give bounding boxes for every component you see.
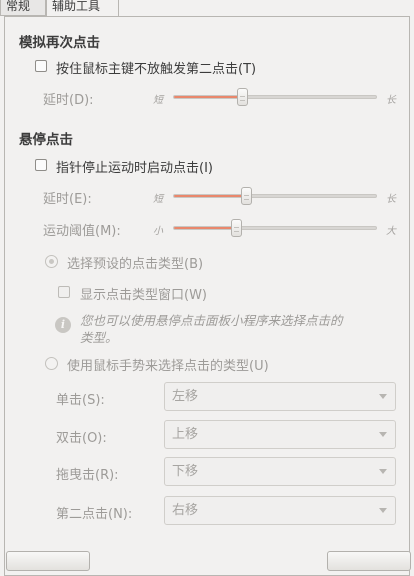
single-click-combo[interactable]: 左移 [164, 382, 396, 411]
tab-bar: 常规 辅助工具 [0, 0, 414, 16]
motion-threshold-max-label: 大 [386, 226, 396, 237]
dropdown-arrow-icon [379, 469, 387, 474]
slider-thumb[interactable] [240, 187, 252, 205]
slider-thumb[interactable] [236, 88, 248, 106]
drag-click-combo[interactable]: 下移 [164, 457, 396, 486]
predefined-click-type-radio[interactable] [45, 255, 58, 268]
double-click-label: 双击(O): [56, 431, 107, 446]
dropdown-arrow-icon [379, 432, 387, 437]
drag-click-label: 拖曳击(R): [56, 468, 119, 483]
secondary-delay-max-label: 长 [386, 95, 396, 106]
slider-track[interactable] [173, 194, 377, 198]
motion-threshold-min-label: 小 [153, 226, 163, 237]
hover-click-checkbox-label[interactable]: 指针停止运动时启动点击(I) [56, 157, 213, 176]
secondary-click-checkbox[interactable] [35, 60, 47, 72]
predefined-click-type-label[interactable]: 选择预设的点击类型(B) [67, 253, 203, 272]
slider-fill [174, 195, 248, 197]
secondary-click-combo[interactable]: 右移 [164, 496, 396, 525]
info-text-line-1: 您也可以使用悬停点击面板小程序来选择点击的 [80, 313, 343, 328]
dropdown-arrow-icon [379, 508, 387, 513]
combo-value: 上移 [172, 427, 199, 442]
tab-general[interactable]: 常规 [0, 0, 46, 16]
show-click-type-window-checkbox[interactable] [58, 286, 70, 298]
dropdown-arrow-icon [379, 394, 387, 399]
double-click-combo[interactable]: 上移 [164, 420, 396, 449]
combo-value: 下移 [172, 464, 199, 479]
hover-delay-min-label: 短 [153, 194, 163, 205]
secondary-delay-min-label: 短 [153, 95, 163, 106]
close-button[interactable] [327, 551, 411, 571]
info-icon: i [55, 317, 71, 333]
combo-value: 右移 [172, 503, 199, 518]
gesture-click-type-label[interactable]: 使用鼠标手势来选择点击的类型(U) [67, 355, 269, 374]
motion-threshold-label: 运动阈值(M): [43, 224, 121, 239]
section-heading-secondary-click: 模拟再次点击 [19, 35, 100, 51]
help-button[interactable] [6, 551, 90, 571]
single-click-label: 单击(S): [56, 393, 105, 408]
slider-track[interactable] [173, 95, 377, 99]
slider-fill [174, 227, 238, 229]
hover-delay-label: 延时(E): [43, 192, 92, 207]
secondary-delay-label: 延时(D): [43, 93, 94, 108]
radio-selected-dot [49, 259, 54, 264]
hover-delay-max-label: 长 [386, 194, 396, 205]
show-click-type-window-label[interactable]: 显示点击类型窗口(W) [80, 284, 207, 303]
secondary-click-label: 第二点击(N): [56, 507, 133, 522]
info-text-line-2: 类型。 [80, 330, 118, 345]
slider-fill [174, 96, 244, 98]
section-heading-hover-click: 悬停点击 [19, 132, 73, 148]
gesture-click-type-radio[interactable] [45, 357, 58, 370]
secondary-click-checkbox-label[interactable]: 按住鼠标主键不放触发第二点击(T) [56, 58, 256, 77]
slider-thumb[interactable] [230, 219, 242, 237]
slider-track[interactable] [173, 226, 377, 230]
combo-value: 左移 [172, 389, 199, 404]
tab-accessibility[interactable]: 辅助工具 [46, 0, 119, 16]
hover-click-checkbox[interactable] [35, 159, 47, 171]
